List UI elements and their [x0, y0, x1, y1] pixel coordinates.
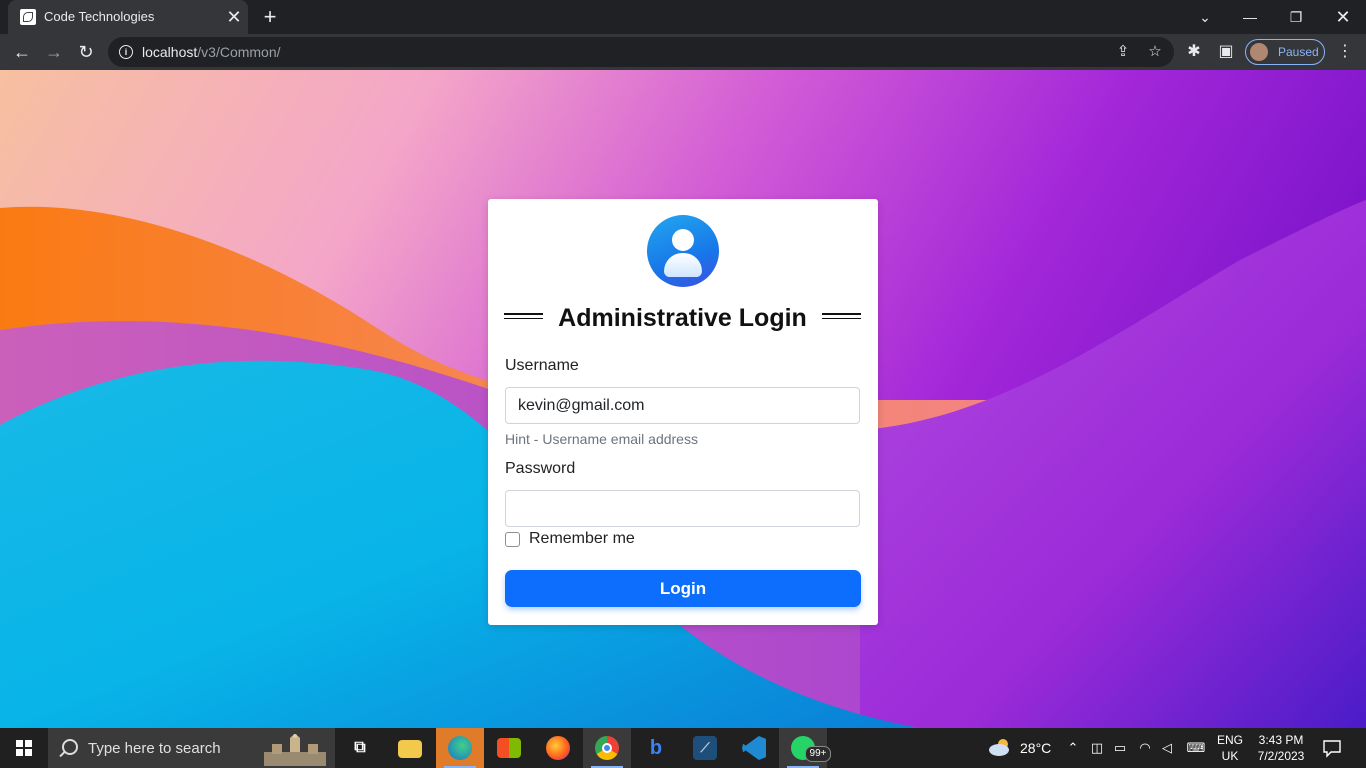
share-icon[interactable]: ⇪: [1113, 42, 1133, 62]
password-label: Password: [505, 460, 576, 477]
close-tab-icon[interactable]: ✕: [224, 7, 244, 27]
keyboard-layout: UK: [1221, 749, 1239, 763]
language-code: ENG: [1216, 733, 1243, 747]
tab-title: Code Technologies: [44, 9, 155, 24]
whatsapp-button[interactable]: 99+: [779, 728, 831, 768]
back-arrow-icon[interactable]: ←: [8, 38, 36, 66]
username-label: Username: [505, 357, 579, 374]
search-highlight-icon: [264, 734, 326, 766]
task-view-icon: ⧉: [354, 739, 366, 756]
username-input[interactable]: [505, 387, 860, 424]
login-button[interactable]: Login: [505, 570, 861, 607]
new-tab-button[interactable]: +: [258, 5, 282, 29]
touch-keyboard-icon[interactable]: ⌨: [1184, 738, 1208, 758]
battery-icon[interactable]: ▭: [1111, 738, 1129, 758]
close-window-icon[interactable]: ✕: [1330, 4, 1356, 30]
login-title-row: Administrative Login: [504, 303, 861, 337]
password-input[interactable]: [505, 490, 860, 527]
profile-button[interactable]: Paused: [1245, 39, 1325, 65]
site-info-icon[interactable]: i: [119, 45, 133, 59]
start-button[interactable]: [0, 728, 48, 768]
url-path: /v3/Common/: [197, 44, 281, 60]
browser-tab[interactable]: Code Technologies ✕: [8, 0, 248, 34]
wifi-icon[interactable]: ◠: [1136, 738, 1154, 758]
store-icon: [497, 738, 521, 758]
meet-now-icon[interactable]: ◫: [1088, 738, 1106, 758]
search-placeholder: Type here to search: [88, 740, 221, 757]
address-bar[interactable]: i localhost/v3/Common/ ⇪ ☆: [108, 37, 1174, 67]
url-host: localhost: [142, 44, 198, 60]
show-hidden-icons-chevron-icon[interactable]: ⌃: [1064, 738, 1082, 758]
tab-search-chevron-icon[interactable]: ⌄: [1192, 4, 1218, 30]
weather-cloud-icon[interactable]: [988, 738, 1012, 756]
bing-icon: b: [649, 737, 663, 759]
firefox-button[interactable]: [534, 728, 582, 768]
windows-taskbar: Type here to search ⧉ b ⟋ 99+ 28°C ⌃ ◫ ▭…: [0, 728, 1366, 768]
input-language-indicator[interactable]: ENG UK: [1215, 732, 1245, 764]
forward-arrow-icon[interactable]: →: [40, 38, 68, 66]
browser-titlebar: Code Technologies ✕ + ⌄ — ❐ ✕: [0, 0, 1366, 34]
page-background: Administrative Login Username Hint - Use…: [0, 70, 1366, 728]
taskbar-search-box[interactable]: Type here to search: [48, 728, 335, 768]
edge-button[interactable]: [436, 728, 484, 768]
mysql-workbench-button[interactable]: ⟋: [681, 728, 729, 768]
taskbar-clock[interactable]: 3:43 PM 7/2/2023: [1250, 732, 1312, 764]
weather-temperature[interactable]: 28°C: [1020, 740, 1051, 756]
firefox-icon: [546, 736, 570, 760]
search-icon: [62, 739, 78, 755]
mysql-workbench-icon: ⟋: [693, 736, 717, 760]
vscode-icon: [742, 736, 766, 760]
file-explorer-button[interactable]: [386, 728, 434, 768]
profile-status: Paused: [1278, 45, 1319, 59]
vscode-button[interactable]: [730, 728, 778, 768]
profile-avatar: [1250, 43, 1268, 61]
user-avatar-icon: [647, 215, 719, 287]
reload-icon[interactable]: ↻: [72, 38, 100, 66]
clock-date: 7/2/2023: [1257, 749, 1305, 763]
username-hint: Hint - Username email address: [505, 431, 698, 447]
whatsapp-badge: 99+: [805, 746, 831, 762]
notification-center-icon[interactable]: [1322, 738, 1342, 758]
bing-button[interactable]: b: [632, 728, 680, 768]
login-card: Administrative Login Username Hint - Use…: [488, 199, 878, 625]
title-decoration-right: [822, 313, 861, 319]
login-title: Administrative Login: [558, 304, 807, 332]
browser-toolbar: ← → ↻ i localhost/v3/Common/ ⇪ ☆ ✱ ▣ Pau…: [0, 34, 1366, 70]
browser-menu-icon[interactable]: ⋮: [1333, 40, 1357, 64]
folder-icon: [398, 740, 422, 758]
task-view-button[interactable]: ⧉: [336, 728, 384, 768]
store-button[interactable]: [485, 728, 533, 768]
chrome-icon: [595, 736, 619, 760]
side-panel-icon[interactable]: ▣: [1214, 40, 1238, 64]
remember-me-checkbox[interactable]: [505, 532, 520, 547]
edge-icon: [448, 736, 472, 760]
site-favicon-icon: [20, 9, 36, 25]
extensions-puzzle-icon[interactable]: ✱: [1182, 40, 1206, 64]
remember-me-label[interactable]: Remember me: [529, 530, 635, 548]
url-text[interactable]: localhost/v3/Common/: [142, 44, 281, 60]
volume-icon[interactable]: ◁: [1158, 738, 1176, 758]
minimize-icon[interactable]: —: [1237, 4, 1263, 30]
bookmark-star-icon[interactable]: ☆: [1145, 42, 1165, 62]
restore-icon[interactable]: ❐: [1283, 4, 1309, 30]
clock-time: 3:43 PM: [1258, 733, 1304, 747]
windows-logo-icon: [16, 740, 32, 756]
chrome-button[interactable]: [583, 728, 631, 768]
